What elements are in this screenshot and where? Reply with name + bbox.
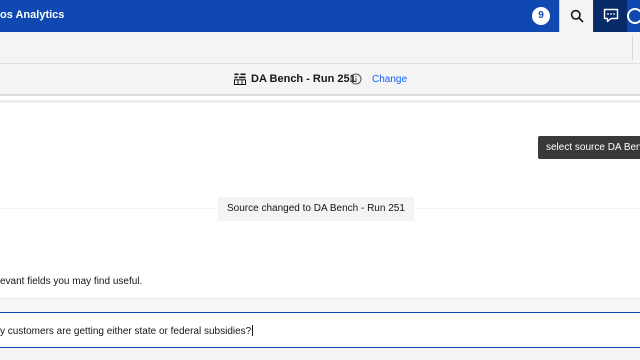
text-cursor bbox=[252, 325, 254, 336]
chat-button[interactable] bbox=[593, 0, 627, 32]
dataset-icon bbox=[234, 73, 246, 85]
status-message: Source changed to DA Bench - Run 251 bbox=[218, 197, 414, 221]
info-icon[interactable] bbox=[350, 73, 362, 85]
source-name: DA Bench - Run 251 bbox=[251, 73, 356, 85]
user-button[interactable] bbox=[627, 0, 640, 32]
question-input-text[interactable]: y customers are getting either state or … bbox=[0, 325, 254, 337]
tooltip: select source DA Bench bbox=[538, 136, 640, 159]
question-input-value: y customers are getting either state or … bbox=[0, 326, 252, 337]
bottom-strip bbox=[0, 348, 640, 360]
helper-text: evant fields you may find useful. bbox=[0, 276, 143, 287]
app-title: os Analytics bbox=[0, 9, 65, 21]
strip-divider bbox=[632, 36, 640, 60]
status-message-text: Source changed to DA Bench - Run 251 bbox=[227, 203, 405, 214]
composer-divider bbox=[0, 298, 640, 312]
divider bbox=[0, 94, 640, 96]
chat-icon bbox=[603, 8, 619, 23]
top-header: os Analytics 9 bbox=[0, 0, 640, 32]
search-icon bbox=[570, 9, 584, 23]
user-icon bbox=[627, 8, 640, 24]
tooltip-text: select source DA Bench bbox=[546, 142, 640, 153]
toolbar-strip bbox=[0, 32, 640, 64]
notification-badge[interactable]: 9 bbox=[532, 7, 550, 25]
divider bbox=[0, 100, 640, 103]
search-button[interactable] bbox=[559, 0, 593, 32]
change-source-link[interactable]: Change bbox=[372, 74, 407, 85]
